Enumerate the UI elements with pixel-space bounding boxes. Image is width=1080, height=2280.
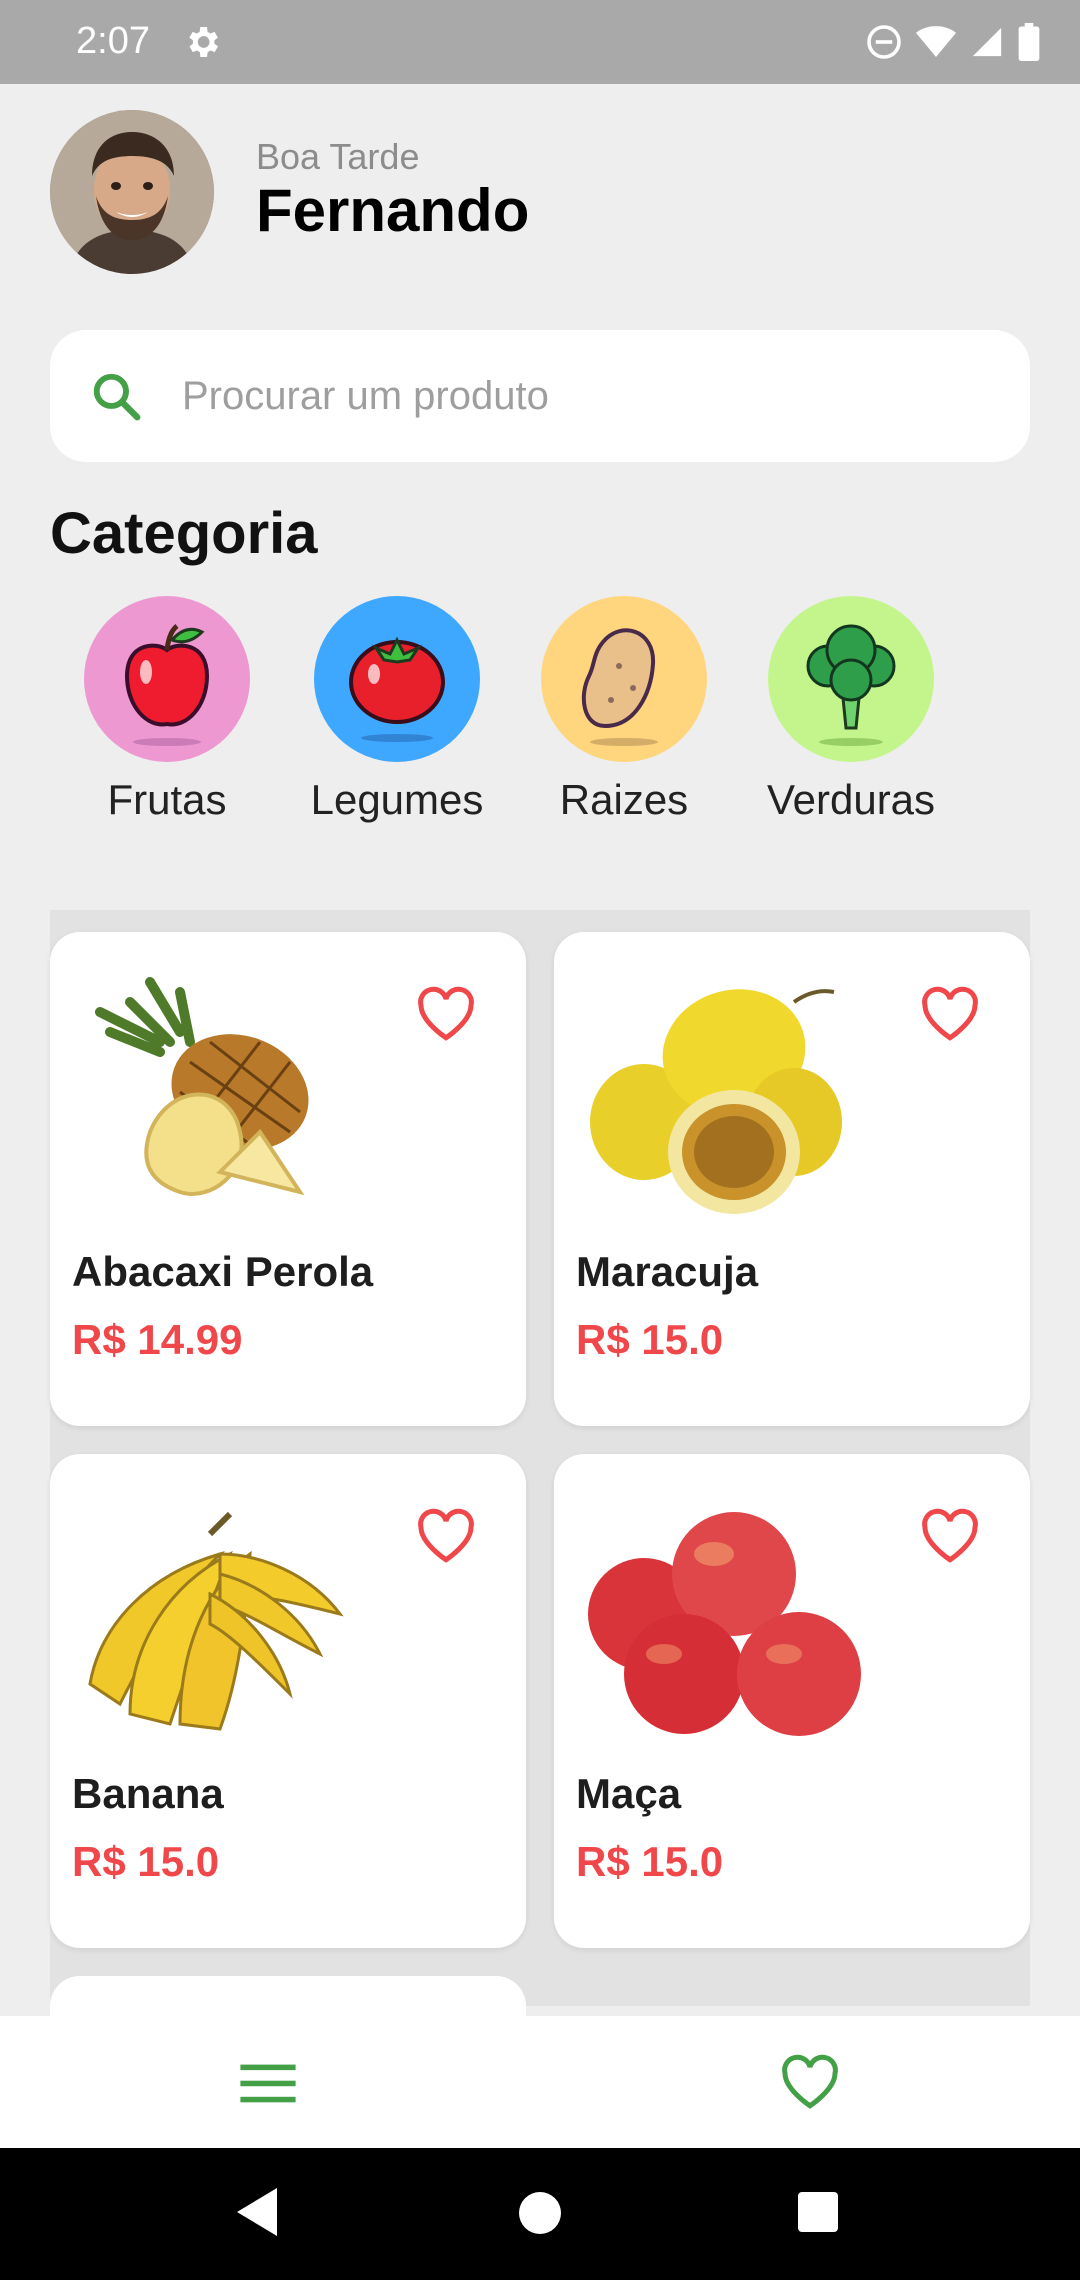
user-avatar[interactable] — [50, 110, 214, 274]
user-name: Fernando — [256, 177, 530, 244]
banana-image — [88, 1511, 344, 1731]
apple-image — [588, 1512, 861, 1736]
category-verduras[interactable]: Verduras — [736, 596, 966, 824]
search-bar[interactable] — [50, 330, 1030, 462]
cellular-signal-icon — [972, 27, 1002, 57]
category-label: Verduras — [766, 776, 936, 823]
greeting-text: Boa Tarde — [256, 136, 420, 177]
back-icon[interactable] — [236, 2188, 278, 2236]
search-icon — [93, 373, 141, 421]
product-card[interactable]: Maça R$ 15.0 — [554, 1454, 1030, 1948]
wifi-icon — [916, 26, 956, 57]
favorite-heart-icon[interactable] — [920, 1508, 980, 1564]
product-card[interactable]: Maracuja R$ 15.0 — [554, 932, 1030, 1426]
settings-gear-icon — [189, 27, 218, 57]
category-label: Frutas — [107, 776, 227, 823]
product-price: R$ 15.0 — [72, 1838, 220, 1885]
search-input[interactable] — [182, 360, 982, 432]
avatar-portrait — [50, 110, 214, 274]
status-bar: 2:07 — [0, 0, 1080, 84]
battery-icon — [1018, 23, 1040, 61]
status-time: 2:07 — [76, 20, 150, 62]
product-card[interactable]: Banana R$ 15.0 — [50, 1454, 526, 1948]
favorites-icon[interactable] — [780, 2054, 840, 2110]
product-name: Maracuja — [576, 1248, 759, 1295]
menu-icon[interactable] — [240, 2060, 296, 2106]
product-price: R$ 14.99 — [72, 1316, 243, 1363]
product-card[interactable]: Abacaxi Perola R$ 14.99 — [50, 932, 526, 1426]
product-price: R$ 15.0 — [576, 1316, 724, 1363]
pineapple-image — [95, 977, 309, 1196]
potato-icon — [541, 596, 707, 762]
broccoli-icon — [768, 596, 934, 762]
home-icon[interactable] — [519, 2192, 561, 2234]
apple-icon — [84, 596, 250, 762]
product-price: R$ 15.0 — [576, 1838, 724, 1885]
favorite-heart-icon[interactable] — [920, 986, 980, 1042]
category-legumes[interactable]: Legumes — [282, 596, 512, 824]
category-frutas[interactable]: Frutas — [52, 596, 282, 824]
passion-fruit-image — [590, 989, 842, 1214]
category-raizes[interactable]: Raizes — [509, 596, 739, 824]
category-label: Legumes — [310, 776, 484, 823]
bottom-navigation — [0, 2016, 1080, 2148]
recent-apps-icon[interactable] — [798, 2192, 838, 2232]
category-label: Raizes — [559, 776, 689, 823]
product-name: Maça — [576, 1770, 682, 1817]
category-title: Categoria — [50, 501, 318, 566]
product-name: Abacaxi Perola — [72, 1248, 374, 1295]
favorite-heart-icon[interactable] — [416, 986, 476, 1042]
product-name: Banana — [72, 1770, 224, 1817]
system-navigation-bar — [0, 2148, 1080, 2280]
do-not-disturb-icon — [867, 25, 901, 59]
tomato-icon — [314, 596, 480, 762]
status-icons — [866, 22, 1040, 62]
favorite-heart-icon[interactable] — [416, 1508, 476, 1564]
